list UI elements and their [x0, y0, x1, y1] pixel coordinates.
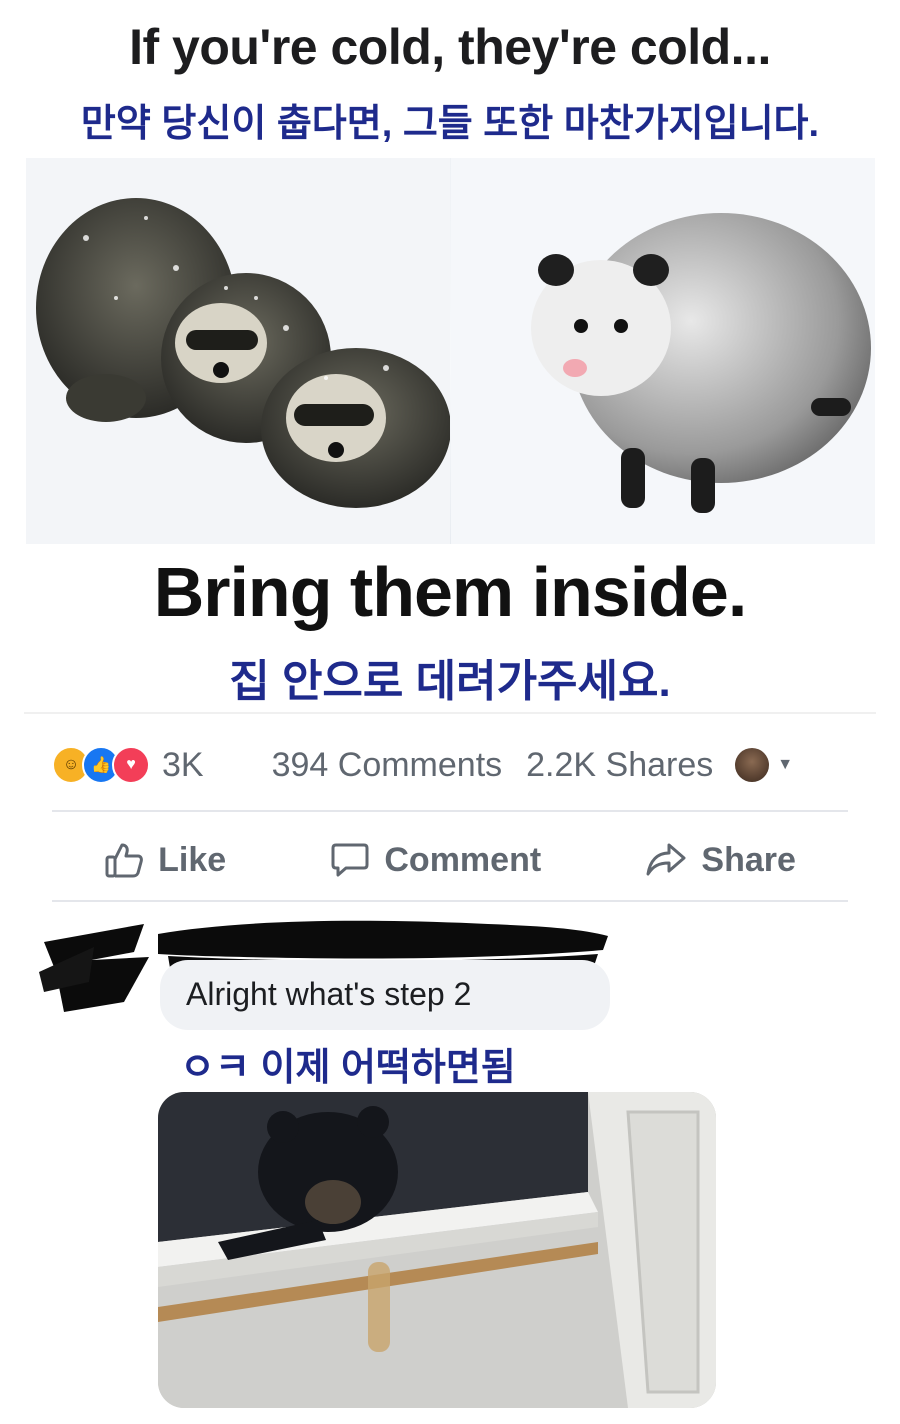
share-arrow-icon	[645, 841, 687, 879]
bear-in-closet-photo[interactable]	[158, 1092, 716, 1408]
actions-divider	[52, 900, 848, 902]
comment-translation-korean: ㅇㅋ 이제 어떡하면됨	[180, 1047, 516, 1089]
commenter-avatar-redacted[interactable]	[34, 912, 154, 1022]
like-button-label: Like	[158, 840, 227, 879]
thumbs-up-icon	[104, 841, 144, 879]
opossum-photo	[450, 158, 875, 544]
speech-bubble-icon	[330, 841, 370, 879]
post-stats-bar: ☺ 👍 ♥ 3K 394 Comments 2.2K Shares ▼	[52, 740, 848, 790]
like-button[interactable]: Like	[104, 841, 226, 880]
reaction-count: 3K	[162, 745, 204, 784]
comment-button-label: Comment	[384, 840, 542, 879]
reaction-summary[interactable]: ☺ 👍 ♥ 3K	[52, 746, 204, 785]
meme-title: If you're cold, they're cold...	[129, 19, 771, 75]
chevron-down-icon[interactable]: ▼	[777, 756, 793, 774]
love-reaction-icon: ♥	[112, 746, 150, 784]
stats-divider	[52, 810, 848, 812]
comment-button[interactable]: Comment	[330, 841, 541, 880]
share-button-label: Share	[701, 840, 796, 879]
share-button[interactable]: Share	[645, 841, 796, 880]
bring-them-inside-korean: 집 안으로 데려가주세요.	[229, 657, 671, 706]
post-action-bar: Like Comment Share	[52, 820, 848, 900]
viewer-avatar[interactable]	[735, 748, 770, 782]
bring-them-inside-text: Bring them inside.	[153, 553, 748, 631]
meme-title-korean: 만약 당신이 춥다면, 그들 또한 마찬가지입니다.	[80, 103, 820, 145]
meme-photo-row	[26, 158, 875, 544]
shares-count-link[interactable]: 2.2K Shares	[526, 746, 713, 785]
raccoons-photo	[26, 158, 451, 544]
comment-text: Alright what's step 2	[186, 976, 472, 1012]
comments-count-link[interactable]: 394 Comments	[272, 746, 503, 785]
post-separator	[24, 712, 876, 714]
